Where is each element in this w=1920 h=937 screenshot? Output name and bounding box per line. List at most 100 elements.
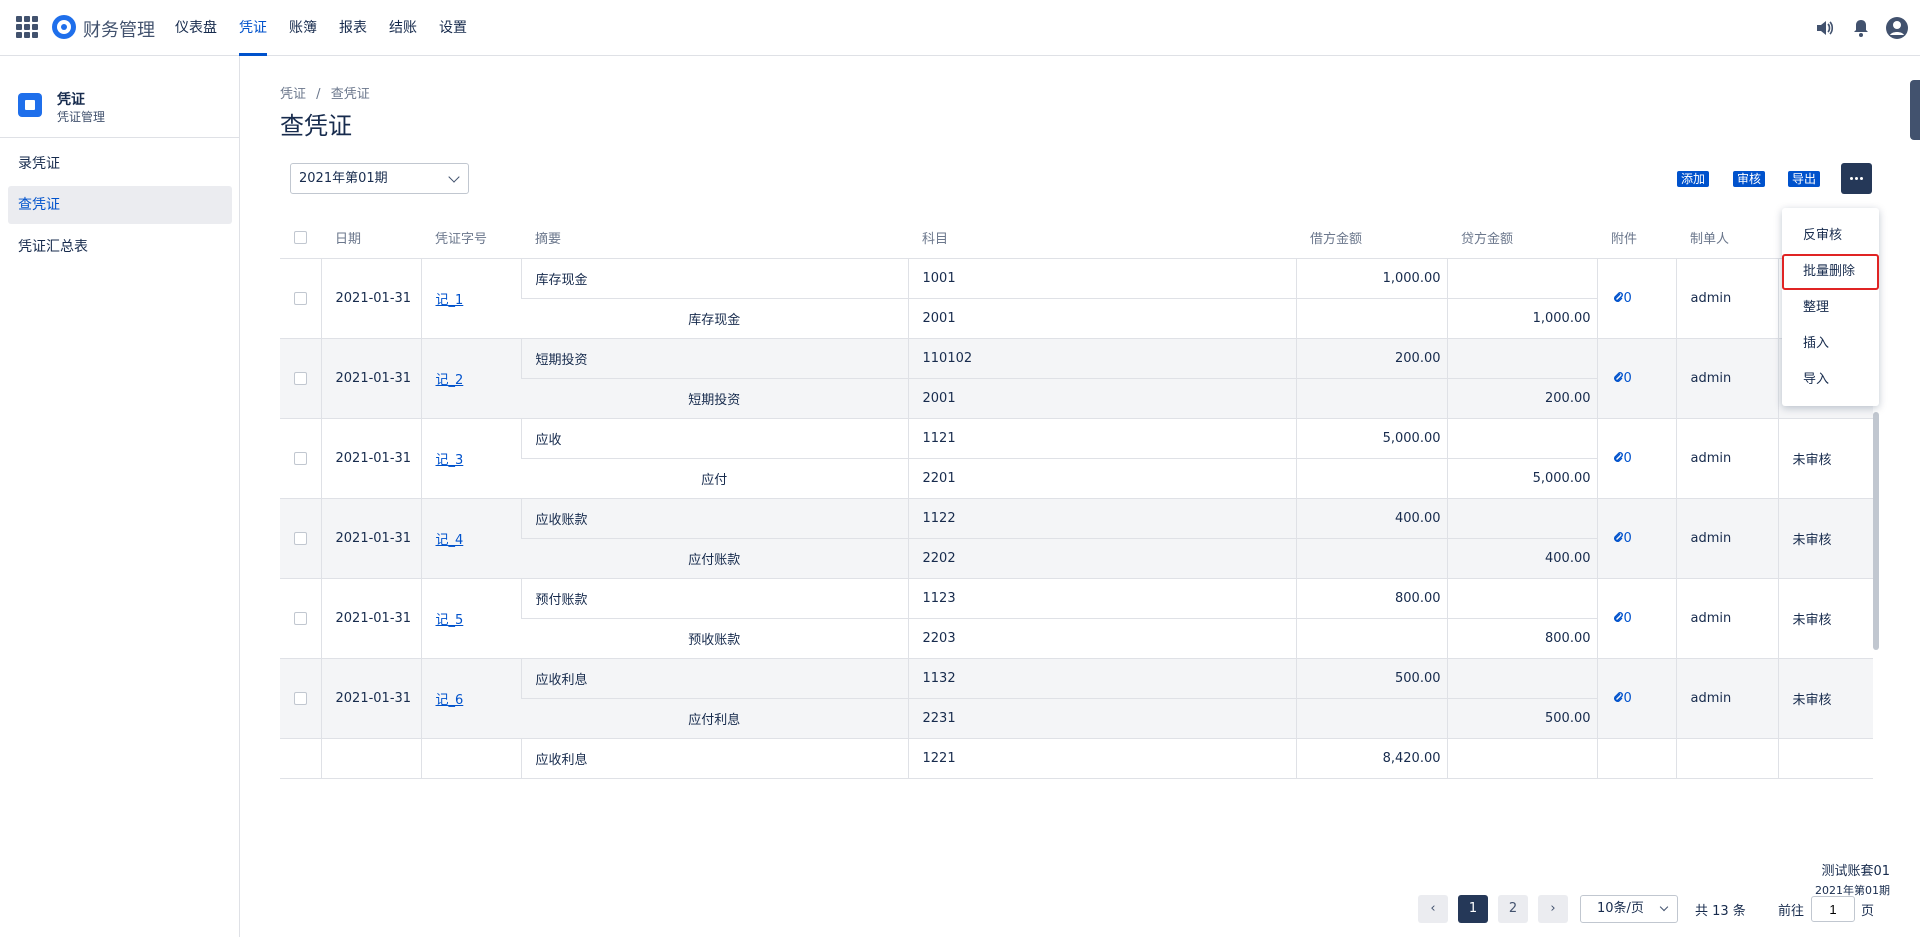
row-checkbox[interactable] — [293, 371, 307, 385]
attachment-link[interactable]: 0 — [1612, 371, 1632, 386]
debit-cell — [1295, 618, 1447, 659]
maker-cell: admin — [1675, 498, 1778, 579]
table-row: 应收利息 1221 8,420.00 — [280, 738, 1873, 779]
header-maker: 制单人 — [1676, 218, 1778, 259]
summary-cell: 库存现金 — [521, 298, 908, 339]
next-page-button[interactable]: › — [1538, 895, 1568, 923]
paperclip-icon — [1613, 291, 1623, 302]
credit-cell — [1446, 258, 1597, 299]
page-title: 查凭证 — [280, 112, 352, 140]
debit-cell: 500.00 — [1295, 658, 1447, 699]
voucher-no-link[interactable]: 记_4 — [436, 533, 464, 548]
sidebar-item-enter-voucher[interactable]: 录凭证 — [8, 145, 232, 183]
app-logo — [52, 15, 76, 39]
voucher-no-link[interactable]: 记_3 — [436, 453, 464, 468]
select-all-cell[interactable] — [280, 218, 321, 259]
more-button[interactable] — [1841, 163, 1872, 194]
menu-item-insert[interactable]: 插入 — [1782, 326, 1879, 362]
row-select-cell[interactable] — [280, 738, 321, 779]
sidebar-title: 凭证 — [57, 92, 85, 108]
attachment-link[interactable]: 0 — [1612, 531, 1632, 546]
row-select-cell[interactable] — [280, 658, 321, 739]
attachment-link[interactable]: 0 — [1612, 611, 1632, 626]
summary-cell: 短期投资 — [521, 378, 908, 419]
voucher-no-link[interactable]: 记_1 — [436, 293, 464, 308]
bell-icon[interactable] — [1848, 15, 1874, 41]
period-select[interactable]: 2021年第01期 — [290, 163, 469, 194]
table-row: 2021-01-31 记_1 库存现金 1001 1,000.00 0 admin — [280, 258, 1873, 339]
menu-item-import[interactable]: 导入 — [1782, 362, 1879, 398]
nav-ledger[interactable]: 账簿 — [289, 0, 317, 56]
voucher-no-link[interactable]: 记_5 — [436, 613, 464, 628]
debit-cell: 200.00 — [1295, 338, 1447, 379]
paperclip-icon — [1613, 611, 1623, 622]
prev-page-button[interactable]: ‹ — [1418, 895, 1448, 923]
debit-cell: 1,000.00 — [1295, 258, 1447, 299]
menu-item-unaudit[interactable]: 反审核 — [1782, 218, 1879, 254]
top-right-icons — [1812, 15, 1910, 41]
sidebar-item-query-voucher[interactable]: 查凭证 — [8, 186, 232, 224]
summary-cell: 应收账款 — [520, 498, 908, 539]
page-2-button[interactable]: 2 — [1498, 895, 1528, 923]
credit-cell: 500.00 — [1446, 698, 1597, 739]
row-select-cell[interactable] — [280, 258, 321, 339]
credit-cell: 800.00 — [1446, 618, 1597, 659]
row-checkbox[interactable] — [293, 451, 307, 465]
breadcrumb-voucher[interactable]: 凭证 — [280, 87, 306, 102]
app-grid-icon[interactable] — [16, 16, 38, 38]
table-scrollbar[interactable] — [1873, 412, 1879, 650]
menu-item-batch-delete[interactable]: 批量删除 — [1782, 254, 1879, 290]
paperclip-icon — [1613, 531, 1623, 542]
attachment-link[interactable]: 0 — [1612, 691, 1632, 706]
account-book-name: 测试账套01 — [1821, 864, 1890, 879]
table-header: 日期 凭证字号 摘要 科目 借方金额 贷方金额 附件 制单人 — [280, 218, 1873, 259]
attachment-count: 0 — [1623, 530, 1632, 546]
attachment-link[interactable]: 0 — [1612, 451, 1632, 466]
nav-dashboard[interactable]: 仪表盘 — [175, 0, 217, 56]
nav-voucher[interactable]: 凭证 — [239, 0, 267, 56]
attachment-link[interactable]: 0 — [1612, 291, 1632, 306]
row-checkbox[interactable] — [293, 691, 307, 705]
account-cell: 2001 — [907, 378, 1296, 419]
account-cell: 1132 — [907, 658, 1296, 699]
nav-closing[interactable]: 结账 — [389, 0, 417, 56]
nav-settings[interactable]: 设置 — [439, 0, 467, 56]
debit-cell — [1295, 378, 1447, 419]
attachment-count: 0 — [1623, 290, 1632, 306]
table-row: 2021-01-31 记_5 预付账款 1123 800.00 0 admin 未审核 — [280, 578, 1873, 659]
row-checkbox[interactable] — [293, 531, 307, 545]
add-button[interactable]: 添加 — [1677, 171, 1710, 187]
row-select-cell[interactable] — [280, 498, 321, 579]
user-avatar-icon[interactable] — [1884, 15, 1910, 41]
header-summary: 摘要 — [521, 218, 908, 259]
row-checkbox[interactable] — [293, 291, 307, 305]
account-cell: 1123 — [907, 578, 1296, 619]
ellipsis-icon — [1850, 177, 1853, 180]
page-size-select[interactable]: 10条/页 — [1580, 895, 1678, 923]
edge-widget[interactable] — [1910, 80, 1920, 140]
breadcrumb: 凭证 / 查凭证 — [280, 83, 376, 102]
debit-cell — [1295, 298, 1447, 339]
page-size-value: 10条/页 — [1597, 901, 1644, 916]
audit-button[interactable]: 审核 — [1733, 171, 1766, 187]
speaker-icon[interactable] — [1812, 15, 1838, 41]
status-cell: 未审核 — [1777, 578, 1873, 659]
select-all-checkbox[interactable] — [294, 231, 307, 245]
voucher-no-link[interactable]: 记_6 — [436, 693, 464, 708]
date-cell: 2021-01-31 — [320, 418, 421, 499]
summary-cell: 应付利息 — [521, 698, 908, 739]
row-select-cell[interactable] — [280, 418, 321, 499]
maker-cell: admin — [1675, 418, 1778, 499]
header-attachment: 附件 — [1597, 218, 1676, 259]
export-button[interactable]: 导出 — [1788, 171, 1821, 187]
page-1-button[interactable]: 1 — [1458, 895, 1488, 923]
voucher-no-link[interactable]: 记_2 — [436, 373, 464, 388]
sidebar-item-voucher-summary[interactable]: 凭证汇总表 — [8, 228, 232, 266]
menu-item-organize[interactable]: 整理 — [1782, 290, 1879, 326]
account-cell: 1122 — [907, 498, 1296, 539]
row-checkbox[interactable] — [293, 611, 307, 625]
row-select-cell[interactable] — [280, 578, 321, 659]
row-select-cell[interactable] — [280, 338, 321, 419]
nav-reports[interactable]: 报表 — [339, 0, 367, 56]
voucher-table: 日期 凭证字号 摘要 科目 借方金额 贷方金额 附件 制单人 2021-01-3… — [280, 218, 1873, 876]
